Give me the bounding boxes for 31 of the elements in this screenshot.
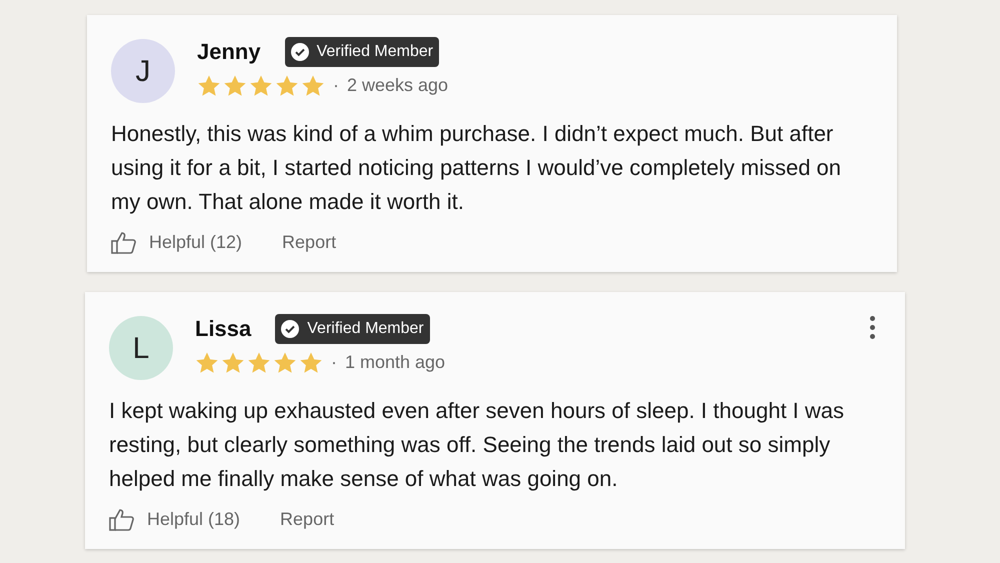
review-text: Honestly, this was kind of a whim purchase. I didn’t expect much. But after using it for a bit, I started noticing patterns I would’ve completely missed on my own. That alone made it worth it. (111, 120, 842, 216)
review-text: I kept waking up exhausted even after seven hours of sleep. I thought I was resting, but clearly something was off. Seeing the trends laid out so simply helped me finally make sense of what was going on. (109, 397, 846, 493)
check-icon (290, 42, 309, 60)
reviewer-name: Jenny (197, 38, 261, 66)
separator-dot: · (331, 351, 337, 374)
avatar: L (109, 316, 173, 380)
star-icon (275, 74, 299, 98)
more-options-icon[interactable] (870, 316, 875, 339)
thumbs-up-icon (109, 508, 135, 532)
helpful-button[interactable]: Helpful (18) (109, 506, 240, 533)
star-icon (273, 350, 297, 374)
helpful-button[interactable]: Helpful (12) (111, 229, 242, 256)
star-icon (223, 74, 247, 98)
report-link[interactable]: Report (282, 229, 336, 256)
separator-dot: · (333, 74, 339, 97)
verified-badge: Verified Member (275, 314, 430, 344)
report-link[interactable]: Report (280, 506, 334, 533)
verified-badge: Verified Member (284, 36, 440, 66)
star-icon (299, 350, 323, 374)
star-icon (195, 350, 219, 374)
star-icon (301, 74, 325, 98)
avatar: J (111, 39, 175, 103)
star-icon (221, 350, 245, 374)
star-icon (247, 350, 271, 374)
reviewer-name: Lissa (195, 315, 252, 343)
star-icon (249, 74, 273, 98)
check-icon (281, 320, 300, 338)
review-time: 2 weeks ago (347, 74, 448, 97)
review-time: 1 month ago (345, 351, 446, 374)
star-icon (197, 74, 221, 98)
thumbs-up-icon (111, 230, 137, 254)
